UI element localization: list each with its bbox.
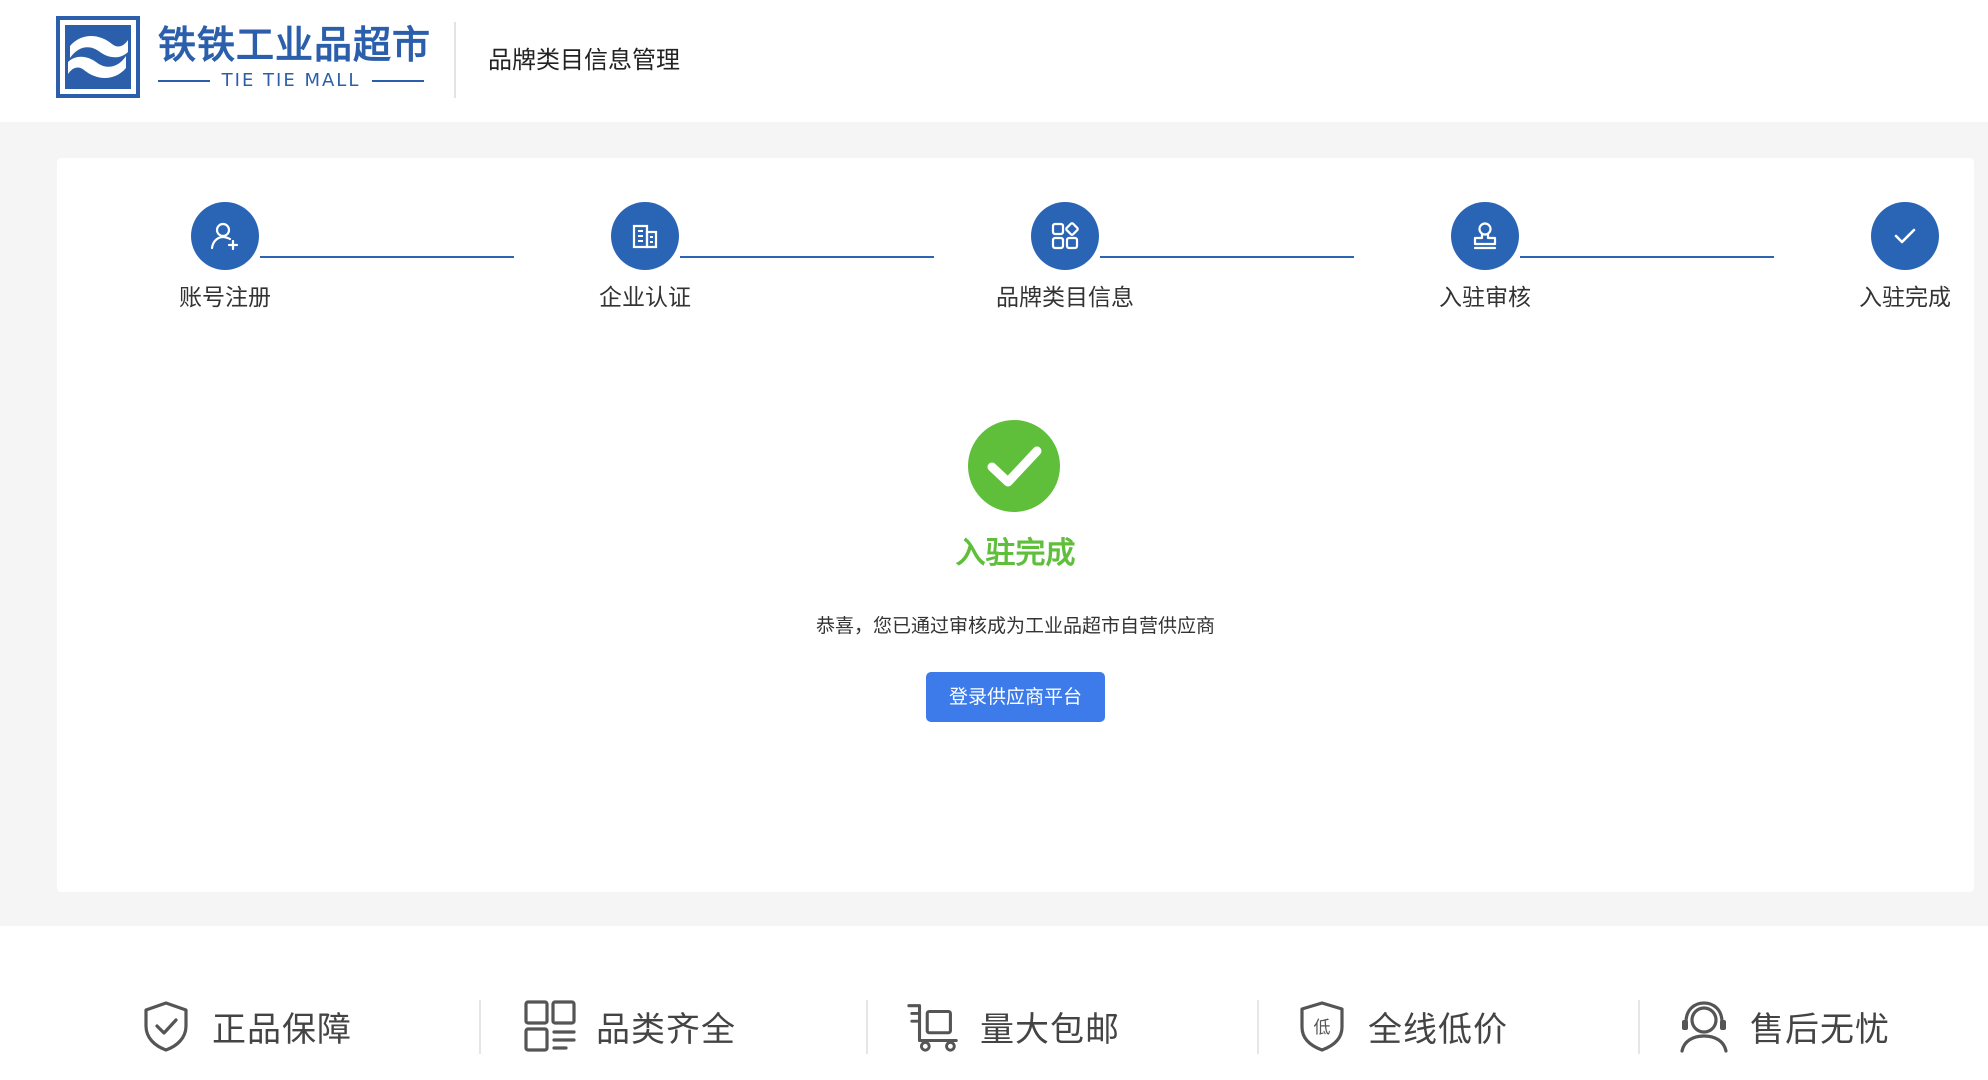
step-label: 账号注册 xyxy=(179,285,271,311)
brand-name-en: TIE TIE MALL xyxy=(221,70,361,91)
logo-icon[interactable] xyxy=(56,16,140,98)
feature-genuine: 正品保障 xyxy=(138,996,352,1056)
step-label: 入驻完成 xyxy=(1859,285,1951,311)
step-circle xyxy=(191,202,259,270)
feature-low-price: 低 全线低价 xyxy=(1294,996,1508,1056)
shield-check-icon xyxy=(138,998,194,1054)
step-label: 企业认证 xyxy=(599,285,691,311)
feature-categories: 品类齐全 xyxy=(522,996,736,1056)
login-supplier-platform-button[interactable]: 登录供应商平台 xyxy=(926,672,1105,722)
footer-divider xyxy=(479,1000,481,1054)
brand-name-cn: 铁铁工业品超市 xyxy=(158,23,432,67)
feature-free-shipping: 量大包邮 xyxy=(906,996,1120,1056)
feature-label: 量大包邮 xyxy=(980,1009,1120,1050)
page-title: 品牌类目信息管理 xyxy=(488,46,680,74)
feature-label: 全线低价 xyxy=(1368,1009,1508,1050)
step-label: 入驻审核 xyxy=(1439,285,1531,311)
page-header: 铁铁工业品超市 TIE TIE MALL 品牌类目信息管理 xyxy=(0,0,1988,122)
feature-label: 正品保障 xyxy=(212,1009,352,1050)
user-add-icon xyxy=(210,222,239,251)
building-icon xyxy=(632,224,658,249)
step-review: 入驻审核 xyxy=(1385,202,1585,314)
step-connector xyxy=(1100,256,1354,258)
onboarding-card: 账号注册 企业认证 品牌类目信息 入驻审核 入驻完成 入驻完成 恭喜，您已通过审… xyxy=(57,158,1974,892)
step-connector xyxy=(1520,256,1774,258)
header-divider xyxy=(454,22,456,98)
footer-divider xyxy=(866,1000,868,1054)
step-account-register: 账号注册 xyxy=(125,202,325,314)
step-label: 品牌类目信息 xyxy=(996,285,1134,311)
step-connector xyxy=(680,256,934,258)
footer-divider xyxy=(1638,1000,1640,1054)
stamp-icon xyxy=(1473,222,1497,250)
check-icon xyxy=(1894,228,1916,244)
step-complete: 入驻完成 xyxy=(1805,202,1988,314)
step-circle xyxy=(1451,202,1519,270)
categories-icon xyxy=(522,998,578,1054)
logo-text[interactable]: 铁铁工业品超市 TIE TIE MALL xyxy=(158,22,432,91)
result-title: 入驻完成 xyxy=(955,536,1076,571)
customer-service-icon xyxy=(1676,998,1732,1054)
brand-name-en-row: TIE TIE MALL xyxy=(158,70,425,91)
service-features-bar: 正品保障 品类齐全 量大包邮 低 全线低价 售后无忧 xyxy=(0,926,1988,1080)
brand-line-right xyxy=(372,79,425,82)
step-circle xyxy=(1031,202,1099,270)
step-brand-category: 品牌类目信息 xyxy=(965,202,1165,314)
feature-after-sales: 售后无忧 xyxy=(1676,996,1890,1056)
step-circle xyxy=(611,202,679,270)
brand-line-left xyxy=(158,79,210,82)
grid-apps-icon xyxy=(1051,222,1079,250)
success-check-icon xyxy=(968,420,1060,512)
step-circle xyxy=(1871,202,1939,270)
result-description: 恭喜，您已通过审核成为工业品超市自营供应商 xyxy=(815,615,1215,637)
step-connector xyxy=(260,256,514,258)
footer-divider xyxy=(1257,1000,1259,1054)
low-price-shield-icon: 低 xyxy=(1294,998,1350,1054)
feature-label: 品类齐全 xyxy=(596,1009,736,1050)
svg-text:低: 低 xyxy=(1314,1018,1331,1038)
feature-label: 售后无忧 xyxy=(1750,1009,1890,1050)
step-enterprise-cert: 企业认证 xyxy=(545,202,745,314)
delivery-cart-icon xyxy=(906,998,962,1054)
